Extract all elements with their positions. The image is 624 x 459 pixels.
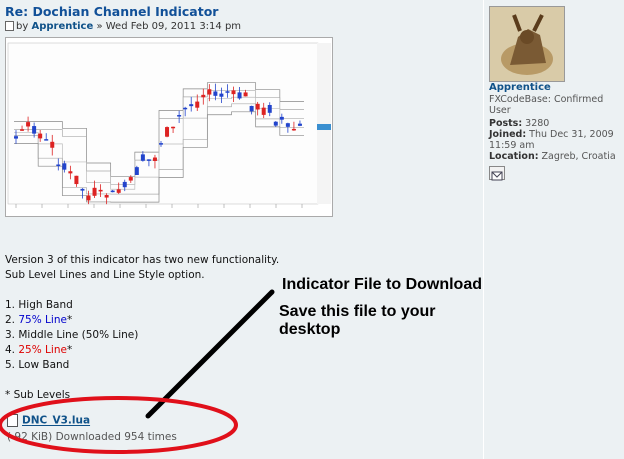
- candle-body: [62, 163, 67, 170]
- post-byline: by Apprentice » Wed Feb 09, 2011 3:14 pm: [5, 21, 241, 32]
- candle-body: [86, 195, 91, 201]
- profile-rank: FXCodeBase: Confirmed User: [489, 94, 604, 116]
- candle-body: [183, 107, 188, 110]
- list-item: 2. 75% Line*: [5, 314, 73, 326]
- candle-body: [146, 159, 151, 161]
- by-prefix: by: [16, 21, 29, 32]
- candle-body: [74, 175, 79, 185]
- attachment-meta: ( 92 KiB) Downloaded 954 times: [7, 431, 177, 443]
- candle-body: [231, 90, 236, 95]
- avatar[interactable]: [489, 6, 565, 82]
- post-content: Version 3 of this indicator has two new …: [5, 253, 279, 403]
- candle-body: [152, 157, 157, 161]
- list-item: 4. 25% Line*: [5, 344, 73, 356]
- candle-body: [110, 190, 115, 193]
- candle-body: [14, 136, 18, 139]
- candle-body: [50, 141, 55, 148]
- candle-body: [56, 164, 61, 166]
- candle-body: [273, 121, 278, 126]
- list-item: 5. Low Band: [5, 359, 70, 371]
- annotation-heading: Indicator File to Download: [282, 276, 482, 293]
- candle-body: [92, 187, 97, 196]
- candle-body: [225, 91, 230, 93]
- candle-body: [279, 116, 284, 120]
- file-icon: [7, 414, 18, 427]
- profile-stats: Posts: 3280 Joined: Thu Dec 31, 2009 11:…: [489, 118, 616, 162]
- candle-body: [297, 123, 302, 126]
- post-body: Re: Dochian Channel Indicator by Apprent…: [0, 0, 483, 459]
- candle-body: [44, 139, 49, 141]
- candle-body: [195, 101, 200, 108]
- candle-body: [177, 115, 182, 117]
- candle-body: [32, 126, 37, 134]
- candle-body: [122, 181, 127, 188]
- candle-body: [128, 177, 133, 181]
- candle-body: [171, 126, 176, 129]
- list-item: 3. Middle Line (50% Line): [5, 329, 139, 341]
- candle-body: [261, 107, 266, 115]
- candle-body: [20, 129, 25, 131]
- candle-body: [80, 188, 85, 191]
- post-icon: [5, 21, 14, 31]
- chart-screenshot-image: [5, 37, 333, 217]
- candle-body: [116, 189, 121, 193]
- candle-body: [255, 103, 260, 110]
- candle-body: [207, 89, 212, 95]
- location: Zagreb, Croatia: [541, 151, 616, 162]
- pm-envelope-icon[interactable]: [489, 166, 505, 181]
- candle-body: [98, 189, 103, 192]
- candle-body: [213, 91, 218, 96]
- candle-body: [237, 92, 242, 99]
- profile-username-link[interactable]: Apprentice: [489, 82, 551, 93]
- candle-body: [189, 104, 194, 107]
- candle-body: [201, 94, 206, 98]
- list-item: 1. High Band: [5, 299, 73, 311]
- post-date: » Wed Feb 09, 2011 3:14 pm: [96, 21, 242, 32]
- candle-body: [38, 133, 43, 139]
- candle-body: [134, 167, 139, 175]
- annotation-subheading: Save this file to your desktop: [279, 303, 436, 338]
- candle-body: [291, 128, 296, 131]
- candle-body: [104, 195, 109, 198]
- chart-image-svg: [6, 38, 332, 216]
- candle-body: [26, 122, 31, 127]
- post-author-link[interactable]: Apprentice: [31, 21, 93, 32]
- candle-body: [249, 105, 254, 112]
- candle-body: [68, 171, 73, 174]
- posts-count: 3280: [525, 118, 550, 129]
- intro-line-2: Sub Level Lines and Line Style option.: [5, 269, 205, 281]
- candle-body: [219, 93, 224, 97]
- candle-body: [267, 104, 272, 113]
- footnote: * Sub Levels: [5, 389, 71, 401]
- candle-body: [140, 154, 145, 161]
- candle-body: [243, 92, 248, 97]
- attachment: DNC_V3.lua: [7, 414, 90, 427]
- attachment-download-link[interactable]: DNC_V3.lua: [22, 415, 90, 427]
- post-title[interactable]: Re: Dochian Channel Indicator: [5, 4, 218, 19]
- intro-line-1: Version 3 of this indicator has two new …: [5, 254, 280, 266]
- candle-body: [165, 127, 170, 137]
- candle-body: [159, 143, 163, 145]
- candle-body: [285, 123, 290, 127]
